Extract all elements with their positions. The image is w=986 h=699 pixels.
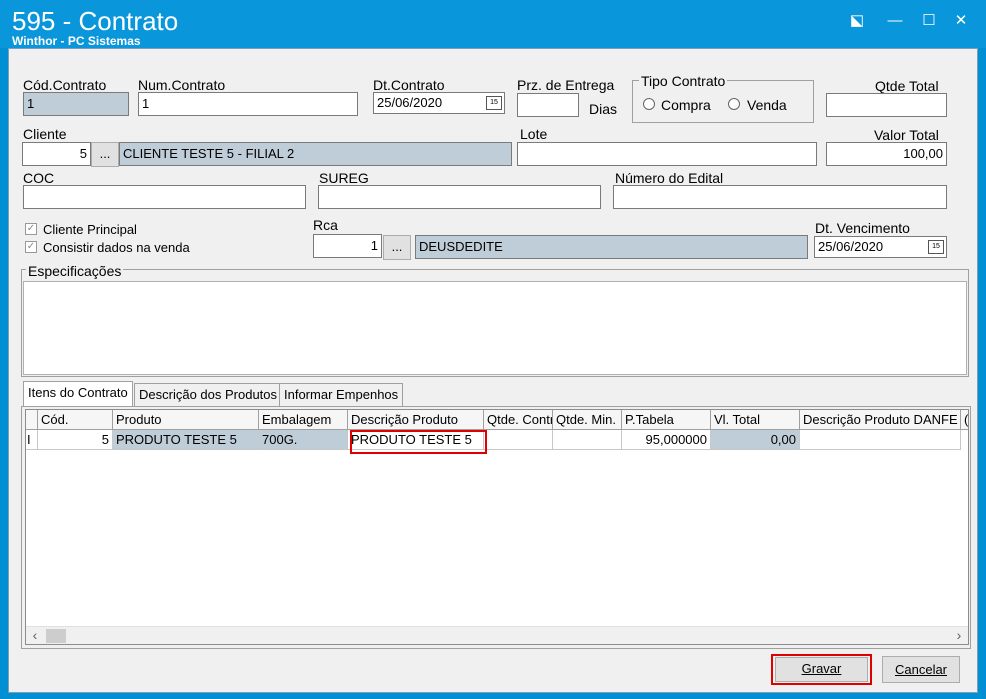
column-header[interactable]: Descrição Produto (348, 410, 484, 430)
rca-label: Rca (313, 217, 338, 233)
dt-vencimento-label: Dt. Vencimento (815, 220, 910, 236)
qtde-total-field[interactable] (826, 93, 947, 117)
compra-label: Compra (661, 97, 711, 113)
calendar-icon[interactable]: 15 (486, 96, 502, 110)
tab-descricao-produtos[interactable]: Descrição dos Produtos (134, 383, 283, 407)
form-panel: Cód.Contrato 1 Num.Contrato 1 Dt.Contrat… (8, 48, 978, 693)
venda-label: Venda (747, 97, 787, 113)
cancelar-label: Cancelar (894, 662, 948, 677)
cliente-name-field: CLIENTE TESTE 5 - FILIAL 2 (119, 142, 512, 166)
row-indicator: I (26, 430, 38, 450)
maximize-button[interactable]: ☐ (918, 10, 940, 32)
tab-informar-empenhos[interactable]: Informar Empenhos (279, 383, 404, 407)
compra-radio[interactable] (643, 98, 655, 110)
cliente-principal-checkbox[interactable]: ✓ (25, 223, 37, 235)
especificacoes-field[interactable] (23, 281, 967, 375)
cell-qtde-min[interactable] (553, 430, 622, 450)
sureg-label: SUREG (319, 170, 369, 186)
cell-p-tabela[interactable]: 95,000000 (622, 430, 711, 450)
cell-produto[interactable]: PRODUTO TESTE 5 (113, 430, 259, 450)
cliente-code-field[interactable]: 5 (22, 142, 91, 166)
dt-contrato-field[interactable]: 25/06/2020 15 (373, 92, 505, 114)
column-header[interactable]: Produto (113, 410, 259, 430)
prz-entrega-field[interactable] (517, 93, 579, 117)
column-header[interactable]: Descrição Produto DANFE (800, 410, 961, 430)
coc-field[interactable] (23, 185, 306, 209)
rca-lookup-button[interactable]: ... (383, 235, 411, 260)
column-header[interactable]: P.Tabela (622, 410, 711, 430)
valor-total-label: Valor Total (874, 127, 939, 143)
column-header[interactable]: Embalagem (259, 410, 348, 430)
valor-total-field[interactable]: 100,00 (826, 142, 947, 166)
sureg-field[interactable] (318, 185, 601, 209)
dt-contrato-value: 25/06/2020 (377, 95, 443, 110)
dt-vencimento-value: 25/06/2020 (818, 239, 884, 254)
scroll-right-icon[interactable]: › (952, 627, 966, 644)
especificacoes-label: Especificações (26, 263, 124, 279)
cancelar-button[interactable]: Cancelar (882, 656, 960, 683)
horizontal-scrollbar[interactable]: ‹ › (26, 626, 968, 644)
app-window: 595 - Contrato Winthor - PC Sistemas ⬕ —… (0, 0, 986, 699)
dt-contrato-label: Dt.Contrato (373, 77, 445, 93)
calendar-icon[interactable]: 15 (928, 240, 944, 254)
rca-code-field[interactable]: 1 (313, 234, 382, 258)
column-header[interactable]: Qtde. Min. (553, 410, 622, 430)
cod-contrato-label: Cód.Contrato (23, 77, 107, 93)
cell-qtde-contr[interactable] (484, 430, 553, 450)
column-header[interactable]: Vl. Total (711, 410, 800, 430)
cell-embalagem[interactable]: 700G. (259, 430, 348, 450)
cell-cod[interactable]: 5 (38, 430, 113, 450)
gravar-button[interactable]: Gravar (775, 657, 868, 682)
cliente-label: Cliente (23, 126, 67, 142)
lote-label: Lote (520, 126, 548, 142)
title-bar: 595 - Contrato Winthor - PC Sistemas ⬕ —… (0, 0, 986, 48)
restore-icon[interactable]: ⬕ (846, 10, 868, 32)
prz-entrega-unit: Dias (589, 101, 618, 117)
lote-field[interactable] (517, 142, 817, 166)
consistir-dados-label: Consistir dados na venda (43, 240, 190, 255)
row-indicator-header (26, 410, 38, 430)
num-contrato-label: Num.Contrato (138, 77, 226, 93)
consistir-dados-checkbox[interactable]: ✓ (25, 241, 37, 253)
gravar-label: Gravar (801, 661, 842, 676)
venda-radio[interactable] (728, 98, 740, 110)
tipo-contrato-label: Tipo Contrato (639, 73, 728, 89)
qtde-total-label: Qtde Total (875, 78, 939, 94)
highlight-frame (350, 430, 487, 454)
minimize-button[interactable]: — (884, 10, 906, 32)
column-header[interactable]: ( (961, 410, 968, 430)
scroll-thumb[interactable] (46, 629, 66, 643)
coc-label: COC (23, 170, 55, 186)
cod-contrato-field[interactable]: 1 (23, 92, 129, 116)
scroll-left-icon[interactable]: ‹ (28, 627, 42, 644)
numero-edital-field[interactable] (613, 185, 947, 209)
items-grid[interactable]: Cód. Produto Embalagem Descrição Produto… (25, 409, 969, 645)
column-header[interactable]: Qtde. Contr (484, 410, 553, 430)
column-header[interactable]: Cód. (38, 410, 113, 430)
num-contrato-field[interactable]: 1 (138, 92, 358, 116)
close-button[interactable]: ✕ (950, 10, 972, 32)
cliente-lookup-button[interactable]: ... (91, 142, 119, 167)
tab-itens-contrato[interactable]: Itens do Contrato (23, 381, 133, 407)
numero-edital-label: Número do Edital (615, 170, 724, 186)
cell-descricao-danfe[interactable] (800, 430, 961, 450)
window-subtitle: Winthor - PC Sistemas (12, 34, 141, 48)
prz-entrega-label: Prz. de Entrega (517, 77, 615, 93)
rca-name-field: DEUSDEDITE (415, 235, 808, 259)
cliente-principal-label: Cliente Principal (43, 222, 137, 237)
dt-vencimento-field[interactable]: 25/06/2020 15 (814, 236, 947, 258)
cell-vl-total[interactable]: 0,00 (711, 430, 800, 450)
window-title: 595 - Contrato (12, 6, 179, 36)
